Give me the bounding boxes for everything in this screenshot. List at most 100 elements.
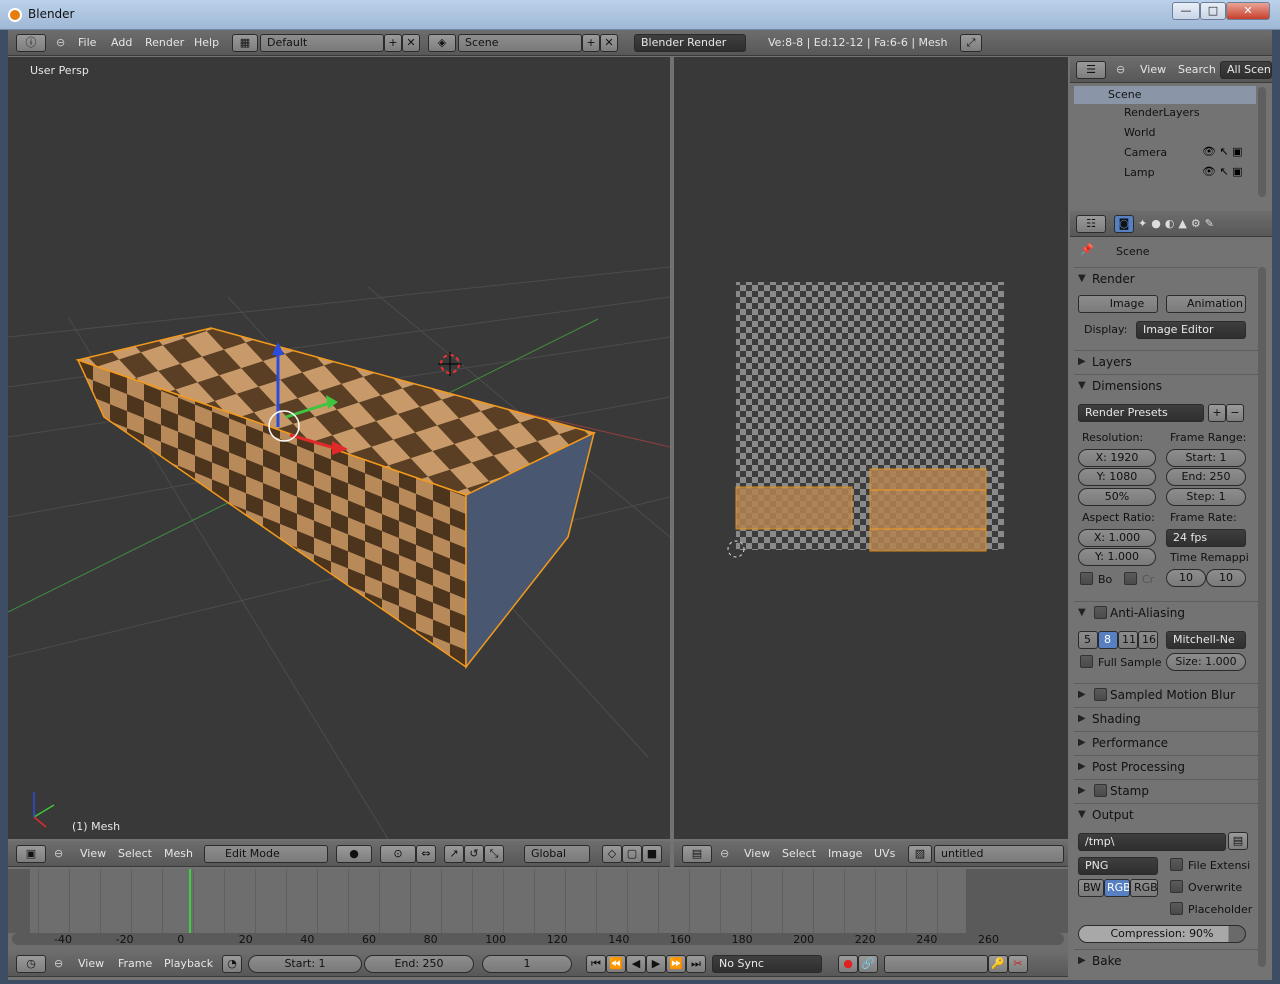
next-keyframe-icon[interactable]: ⏩ [666, 955, 686, 973]
maximize-button[interactable]: □ [1200, 2, 1226, 20]
render-engine-select[interactable]: Blender Render [634, 34, 746, 52]
aa-sample-11[interactable]: 11 [1118, 631, 1138, 649]
collapse-image-menu-icon[interactable]: ⊖ [720, 847, 729, 860]
play-icon[interactable]: ▶ [646, 955, 666, 973]
res-y-field[interactable]: Y: 1080 [1078, 468, 1156, 486]
scene-field[interactable]: Scene [458, 34, 582, 52]
jump-end-icon[interactable]: ⏭ [686, 955, 706, 973]
crop-checkbox[interactable] [1124, 572, 1137, 585]
output-path-field[interactable]: /tmp\ [1078, 833, 1226, 851]
panel-shading-header[interactable]: ▶ Shading [1074, 707, 1258, 729]
layout-field[interactable]: Default [260, 34, 384, 52]
file-format-select[interactable]: PNG [1078, 857, 1158, 875]
uv-canvas[interactable] [674, 57, 1068, 839]
minimize-button[interactable]: — [1172, 2, 1200, 20]
mode-select[interactable]: Edit Mode [204, 845, 328, 863]
image-menu-view[interactable]: View [744, 847, 770, 860]
outliner-item-camera[interactable]: Camera [1124, 146, 1167, 159]
collapse-menu-icon[interactable]: ⊖ [56, 36, 65, 49]
timeline-track[interactable] [8, 869, 1068, 933]
keying-icon[interactable]: ◔ [222, 955, 242, 973]
timeline-end-field[interactable]: End: 250 [364, 955, 474, 973]
panel-stamp-header[interactable]: ▶ Stamp [1074, 779, 1258, 801]
aa-checkbox[interactable] [1094, 606, 1107, 619]
keyframe-type-icon[interactable]: 🔗 [858, 955, 878, 973]
folder-icon[interactable]: ▤ [1228, 832, 1248, 850]
render-animation-button[interactable]: Animation [1166, 295, 1246, 313]
add-scene-icon[interactable]: + [582, 34, 600, 52]
file-extension-checkbox[interactable] [1170, 858, 1183, 871]
outliner-item-renderlayers[interactable]: RenderLayers [1124, 106, 1200, 119]
delete-keyframe-icon[interactable]: ✂ [1008, 955, 1028, 973]
image-menu-uvs[interactable]: UVs [874, 847, 895, 860]
orientation-select[interactable]: Global [524, 845, 590, 863]
frame-start-field[interactable]: Start: 1 [1166, 449, 1246, 467]
panel-motion-blur-header[interactable]: ▶ Sampled Motion Blur [1074, 683, 1258, 705]
menu-help[interactable]: Help [194, 36, 219, 49]
full-sample-checkbox[interactable] [1080, 655, 1093, 668]
panel-performance-header[interactable]: ▶ Performance [1074, 731, 1258, 753]
color-bw-button[interactable]: BW [1078, 879, 1104, 897]
aspect-y-field[interactable]: Y: 1.000 [1078, 548, 1156, 566]
3d-scene[interactable] [8, 57, 670, 839]
3d-menu-mesh[interactable]: Mesh [164, 847, 193, 860]
outliner-editor-icon[interactable]: ☰ [1076, 61, 1106, 79]
uv-image-editor[interactable] [674, 57, 1068, 839]
collapse-3d-menu-icon[interactable]: ⊖ [54, 847, 63, 860]
panel-bake-header[interactable]: ▶ Bake [1074, 949, 1258, 971]
outliner-scrollbar[interactable] [1258, 87, 1266, 197]
menu-add[interactable]: Add [111, 36, 132, 49]
image-menu-image[interactable]: Image [828, 847, 862, 860]
context-tab-icons[interactable]: ✦●◐▲⚙✎ [1138, 217, 1218, 230]
3d-menu-select[interactable]: Select [118, 847, 152, 860]
sync-mode-select[interactable]: No Sync [712, 955, 822, 973]
3d-editor-type-icon[interactable]: ▣ [16, 845, 46, 863]
current-frame-indicator[interactable] [189, 869, 191, 933]
viewport-shading-icon[interactable]: ● [336, 845, 372, 863]
timeline-start-field[interactable]: Start: 1 [248, 955, 362, 973]
outliner-menu-search[interactable]: Search [1178, 63, 1216, 76]
3d-menu-view[interactable]: View [80, 847, 106, 860]
render-presets-select[interactable]: Render Presets [1078, 404, 1204, 422]
vertex-select-icon[interactable]: ◇ [602, 845, 622, 863]
translate-manipulator-icon[interactable]: ↗ [444, 845, 464, 863]
aa-filter-select[interactable]: Mitchell-Ne [1166, 631, 1246, 649]
current-frame-field[interactable]: 1 [482, 955, 572, 973]
scene-icon[interactable]: ◈ [428, 34, 456, 52]
aa-sample-16[interactable]: 16 [1138, 631, 1158, 649]
pin-icon[interactable]: 📌 [1080, 243, 1094, 256]
menu-file[interactable]: File [78, 36, 96, 49]
outliner-filter-select[interactable]: All Scen [1220, 61, 1272, 79]
face-select-icon[interactable]: ■ [642, 845, 662, 863]
fullscreen-icon[interactable]: ⤢ [960, 34, 982, 52]
properties-scrollbar[interactable] [1258, 267, 1266, 967]
panel-render-header[interactable]: ▼ Render [1074, 267, 1258, 289]
frame-step-field[interactable]: Step: 1 [1166, 488, 1246, 506]
outliner-menu-view[interactable]: View [1140, 63, 1166, 76]
timeline-menu-frame[interactable]: Frame [118, 957, 152, 970]
motion-blur-checkbox[interactable] [1094, 688, 1107, 701]
aa-size-field[interactable]: Size: 1.000 [1166, 653, 1246, 671]
remap-old-field[interactable]: 10 [1166, 569, 1206, 587]
lamp-visibility-icons[interactable]: 👁 ↖ ▣ [1202, 165, 1243, 178]
3d-viewport[interactable]: User Persp (1) Mesh [8, 57, 670, 839]
camera-visibility-icons[interactable]: 👁 ↖ ▣ [1202, 145, 1243, 158]
properties-editor-icon[interactable]: ☷ [1076, 215, 1106, 233]
prev-keyframe-icon[interactable]: ⏪ [606, 955, 626, 973]
res-percent-field[interactable]: 50% [1078, 488, 1156, 506]
manipulator-icon[interactable]: ⇔ [416, 845, 436, 863]
fps-select[interactable]: 24 fps [1166, 529, 1246, 547]
jump-start-icon[interactable]: ⏮ [586, 955, 606, 973]
stamp-checkbox[interactable] [1094, 784, 1107, 797]
timeline-menu-playback[interactable]: Playback [164, 957, 213, 970]
aspect-x-field[interactable]: X: 1.000 [1078, 529, 1156, 547]
pivot-point-icon[interactable]: ⊙ [380, 845, 416, 863]
remove-scene-icon[interactable]: ✕ [600, 34, 618, 52]
placeholder-checkbox[interactable] [1170, 902, 1183, 915]
close-button[interactable]: ✕ [1226, 2, 1270, 20]
outliner-item-lamp[interactable]: Lamp [1124, 166, 1155, 179]
compression-slider[interactable]: Compression: 90% [1078, 925, 1246, 943]
outliner-item-scene[interactable]: Scene [1074, 86, 1256, 104]
add-preset-icon[interactable]: + [1208, 404, 1226, 422]
color-rgb-button[interactable]: RGB [1104, 879, 1130, 897]
